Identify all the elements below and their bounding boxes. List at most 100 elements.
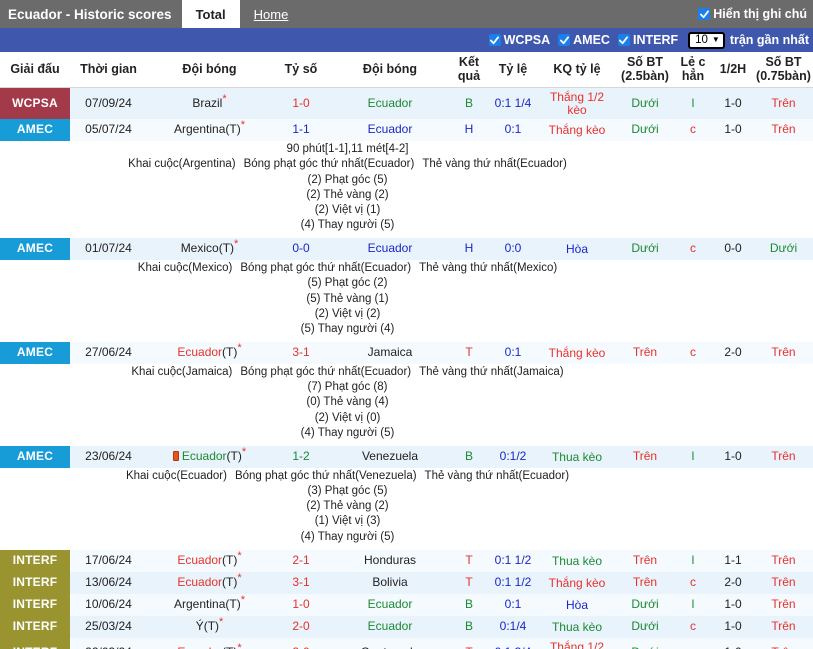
checkbox-checked-icon[interactable] (698, 8, 711, 20)
note-stat-line: (2) Thẻ vàng (2) (306, 500, 389, 513)
filter-amec[interactable]: AMEC (558, 33, 610, 47)
match-date: 25/03/24 (70, 615, 147, 638)
notes-cell: Khai cuộc(Mexico) Bóng phạt góc thứ nhất(… (0, 260, 813, 343)
over-under-075: Dưới (754, 238, 813, 261)
filter-wcpsa[interactable]: WCPSA (488, 33, 550, 47)
scores-table-body: WCPSA 07/09/24 Brazil* 1-0 Ecuador B 0:1 1/4 Th… (0, 87, 813, 649)
table-row[interactable]: AMEC 05/07/24 Argentina(T)* 1-1 Ecuador H 0:1 T… (0, 119, 813, 142)
col-header-result[interactable]: Kết quả (450, 52, 488, 88)
half-time-score: 1-0 (712, 615, 754, 638)
note-firsts-line: Khai cuộc(Jamaica) Bóng phạt góc thứ nhất… (0, 365, 695, 380)
home-team: Ecuador(T)* (147, 549, 272, 572)
chevron-down-icon: ▼ (711, 35, 720, 44)
checkbox-checked-icon[interactable] (617, 34, 630, 46)
page-root: Ecuador - Historic scores Total Home Hiể… (0, 0, 813, 649)
league-badge[interactable]: INTERF (0, 571, 70, 594)
note-stat-line: (2) Việt vị (1) (314, 203, 381, 216)
league-badge[interactable]: INTERF (0, 549, 70, 572)
col-header-bt-075[interactable]: Số BT (0.75bàn) (754, 52, 813, 88)
show-notes-toggle[interactable]: Hiển thị ghi chú (698, 0, 813, 28)
handicap-odds: 0:1 1/2 (488, 549, 538, 572)
col-header-bt-25[interactable]: Số BT (2.5bàn) (616, 52, 674, 88)
match-result: T (450, 637, 488, 649)
filter-interf[interactable]: INTERF (617, 33, 678, 47)
table-row[interactable]: INTERF 25/03/24 Ý(T)* 2-0 Ecuador B 0:1/4 Thua … (0, 615, 813, 638)
match-result: T (450, 342, 488, 365)
handicap-odds: 0:1 (488, 119, 538, 142)
match-date: 27/06/24 (70, 342, 147, 365)
match-date: 23/06/24 (70, 445, 147, 468)
half-time-score: 1-0 (712, 119, 754, 142)
table-row[interactable]: AMEC 01/07/24 Mexico(T)* 0-0 Ecuador H 0:0 Hòa D… (0, 238, 813, 261)
league-badge[interactable]: INTERF (0, 615, 70, 638)
match-result: H (450, 238, 488, 261)
league-badge[interactable]: AMEC (0, 445, 70, 468)
match-date: 17/06/24 (70, 549, 147, 572)
col-header-time[interactable]: Thời gian (70, 52, 147, 88)
odd-even: l (674, 549, 712, 572)
over-under-25: Dưới (616, 238, 674, 261)
away-team: Ecuador (330, 238, 450, 261)
table-row[interactable]: INTERF22/03/24Ecuador(T)*2-0GuatemalaT0:… (0, 637, 813, 649)
note-penalty-line: 90 phút[1-1],11 mét[4-2] (286, 143, 409, 156)
table-row[interactable]: WCPSA 07/09/24 Brazil* 1-0 Ecuador B 0:1 1/4 Th… (0, 87, 813, 120)
note-firsts-line: Khai cuộc(Mexico) Bóng phạt góc thứ nhất(… (0, 261, 695, 276)
over-under-25: Dưới (616, 87, 674, 120)
handicap-result: Thua kèo (538, 445, 616, 468)
league-badge[interactable]: INTERF (0, 637, 70, 649)
note-kickoff: Khai cuộc(Jamaica) (131, 366, 233, 379)
col-header-score[interactable]: Tỷ số (272, 52, 330, 88)
league-badge[interactable]: INTERF (0, 593, 70, 616)
tab-home[interactable]: Home (240, 0, 303, 28)
home-team: Argentina(T)* (147, 119, 272, 142)
over-under-25: Dưới (616, 615, 674, 638)
checkbox-checked-icon[interactable] (488, 34, 501, 46)
table-row[interactable]: AMEC 23/06/24 Ecuador(T)* 1-2 Venezuela B 0:1/… (0, 445, 813, 468)
handicap-odds: 0:0 (488, 238, 538, 261)
notes-cell: Khai cuộc(Ecuador) Bóng phạt góc thứ nhất… (0, 467, 813, 550)
away-team: Bolivia (330, 571, 450, 594)
match-score: 2-1 (272, 549, 330, 572)
table-row[interactable]: INTERF 17/06/24 Ecuador(T)* 2-1 Honduras T 0:1… (0, 549, 813, 572)
over-under-075: Trên (754, 615, 813, 638)
handicap-odds: 0:1 (488, 593, 538, 616)
odd-even: c (674, 119, 712, 142)
home-team: Ecuador(T)* (147, 571, 272, 594)
match-notes: Khai cuộc(Jamaica) Bóng phạt góc thứ nhất… (0, 365, 813, 441)
match-count-select[interactable]: 10 ▼ (688, 31, 725, 49)
half-time-score: 2-0 (712, 342, 754, 365)
col-header-odds[interactable]: Tỷ lệ (488, 52, 538, 88)
over-under-075: Trên (754, 549, 813, 572)
note-first-corner: Bóng phạt góc thứ nhất(Ecuador) (243, 158, 415, 171)
col-header-odd-even[interactable]: Lẻ c hẳn (674, 52, 712, 88)
note-stat-line: (0) Thẻ vàng (4) (306, 396, 389, 409)
table-row[interactable]: INTERF 13/06/24 Ecuador(T)* 3-1 Bolivia T 0:1 … (0, 571, 813, 594)
col-header-league[interactable]: Giải đấu (0, 52, 70, 88)
over-under-25: Trên (616, 342, 674, 365)
league-badge[interactable]: AMEC (0, 119, 70, 142)
match-score: 0-0 (272, 238, 330, 261)
half-time-score: 1-0 (712, 637, 754, 649)
checkbox-checked-icon[interactable] (558, 34, 571, 46)
handicap-result: Hòa (538, 593, 616, 616)
away-team: Ecuador (330, 87, 450, 120)
league-badge[interactable]: AMEC (0, 342, 70, 365)
table-row[interactable]: INTERF 10/06/24 Argentina(T)* 1-0 Ecuador B 0:… (0, 593, 813, 616)
away-team: Guatemala (330, 637, 450, 649)
league-badge[interactable]: AMEC (0, 238, 70, 261)
tab-total[interactable]: Total (181, 0, 240, 28)
col-header-half-time[interactable]: 1/2H (712, 52, 754, 88)
col-header-odds-result[interactable]: KQ tỷ lệ (538, 52, 616, 88)
league-badge[interactable]: WCPSA (0, 87, 70, 120)
odd-even: l (674, 445, 712, 468)
handicap-result: Thắng 1/2 kèo (538, 87, 616, 120)
handicap-result: Thắng kèo (538, 342, 616, 365)
home-team: Argentina(T)* (147, 593, 272, 616)
col-header-away-team[interactable]: Đội bóng (330, 52, 450, 88)
filter-bar: WCPSA AMEC INTERF 10 ▼ trận gần nhất (0, 28, 813, 52)
col-header-home-team[interactable]: Đội bóng (147, 52, 272, 88)
half-time-score: 1-1 (712, 549, 754, 572)
table-row[interactable]: AMEC 27/06/24 Ecuador(T)* 3-1 Jamaica T 0:1 Thắ… (0, 342, 813, 365)
notes-cell: Khai cuộc(Jamaica) Bóng phạt góc thứ nhất… (0, 364, 813, 446)
scores-table: Giải đấu Thời gian Đội bóng Tỷ số Đội bó… (0, 52, 813, 649)
